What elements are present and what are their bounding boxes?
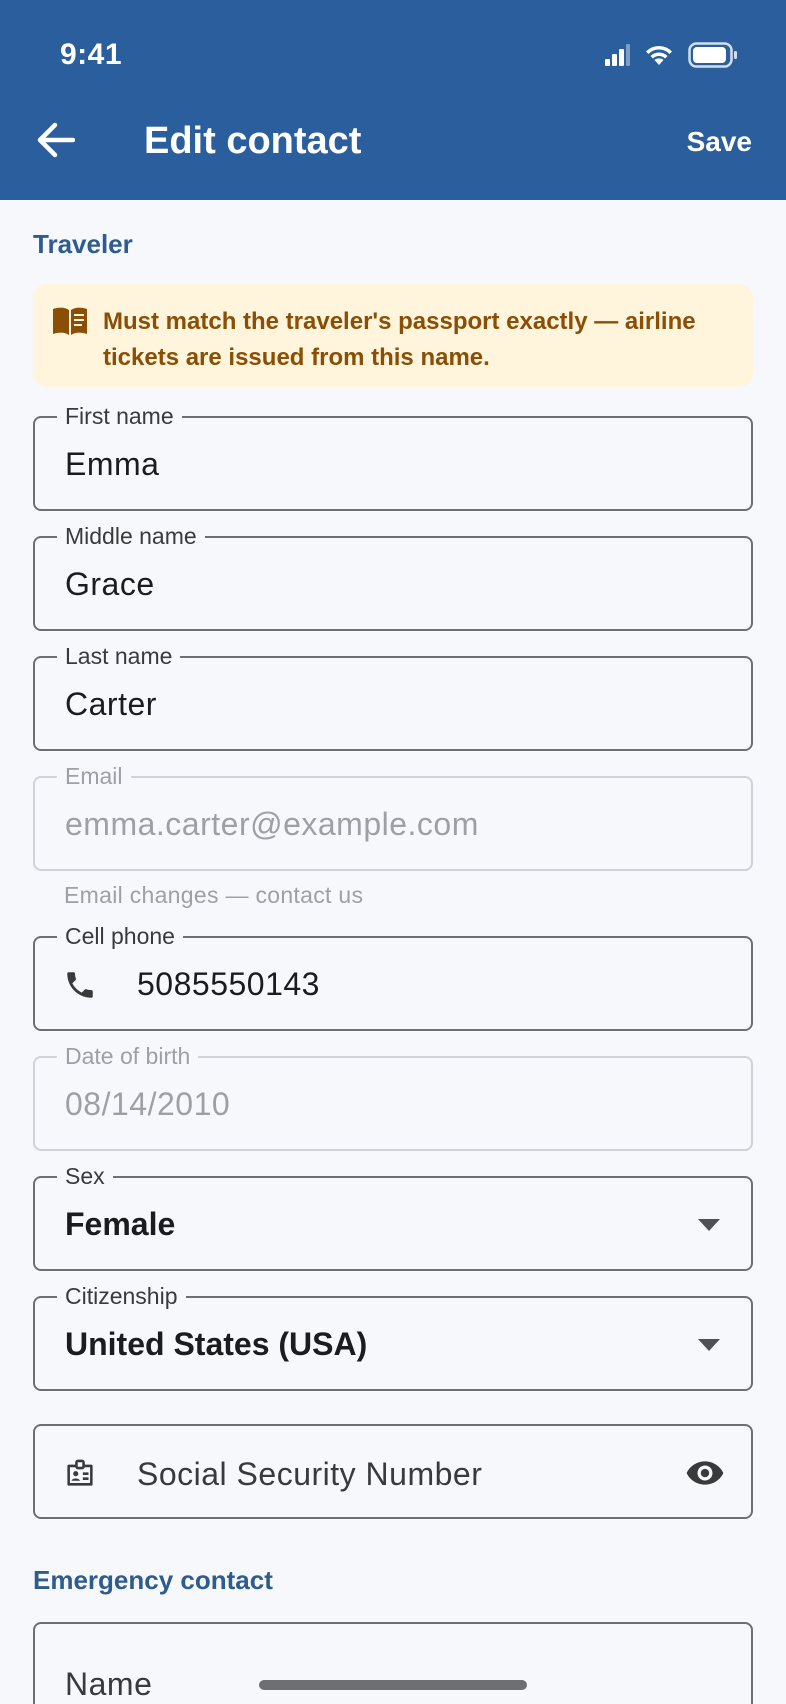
- page-title: Edit contact: [144, 120, 362, 162]
- home-indicator: [259, 1680, 527, 1690]
- id-card-icon: [67, 1459, 93, 1486]
- cell-phone-value: 5085550143: [137, 966, 320, 1002]
- back-button[interactable]: [32, 116, 80, 164]
- citizenship-select[interactable]: Citizenship United States (USA): [33, 1283, 753, 1391]
- date-of-birth-value: 08/14/2010: [65, 1086, 231, 1122]
- last-name-label: Last name: [57, 643, 181, 669]
- dropdown-arrow-icon: [698, 1339, 720, 1351]
- date-of-birth-field: Date of birth 08/14/2010: [33, 1043, 753, 1151]
- email-label: Email: [57, 763, 131, 789]
- phone-icon: [67, 972, 93, 998]
- middle-name-value: Grace: [65, 566, 155, 602]
- cell-phone-label: Cell phone: [57, 923, 183, 949]
- email-value: emma.carter@example.com: [65, 806, 479, 842]
- eye-icon[interactable]: [685, 1453, 725, 1493]
- cell-phone-field[interactable]: Cell phone 5085550143: [33, 923, 753, 1031]
- citizenship-label: Citizenship: [57, 1283, 186, 1309]
- email-field: Email emma.carter@example.com: [33, 763, 753, 871]
- passport-notice: Must match the traveler's passport exact…: [33, 284, 753, 387]
- ssn-field[interactable]: Social Security Number: [33, 1424, 753, 1519]
- middle-name-label: Middle name: [57, 523, 205, 549]
- app-bar: 9:41 Edit contact Save: [0, 0, 786, 200]
- status-icons: [604, 40, 738, 70]
- ssn-placeholder: Social Security Number: [137, 1456, 483, 1492]
- first-name-label: First name: [57, 403, 182, 429]
- back-arrow-icon: [37, 122, 75, 158]
- save-button[interactable]: Save: [687, 126, 752, 158]
- battery-icon: [688, 42, 737, 68]
- section-title-emergency-contact: Emergency contact: [33, 1565, 273, 1595]
- book-icon: [53, 307, 87, 335]
- email-helper-text: Email changes — contact us: [64, 882, 364, 908]
- sex-label: Sex: [57, 1163, 113, 1189]
- first-name-field[interactable]: First name Emma: [33, 403, 753, 511]
- emergency-name-field[interactable]: Name: [33, 1622, 753, 1704]
- sex-select[interactable]: Sex Female: [33, 1163, 753, 1271]
- wifi-icon: [646, 45, 672, 65]
- middle-name-field[interactable]: Middle name Grace: [33, 523, 753, 631]
- status-time: 9:41: [60, 38, 123, 71]
- signal-icon: [605, 44, 630, 66]
- dropdown-arrow-icon: [698, 1219, 720, 1231]
- first-name-value: Emma: [65, 446, 160, 482]
- sex-value: Female: [65, 1206, 176, 1242]
- citizenship-value: United States (USA): [65, 1326, 368, 1362]
- last-name-value: Carter: [65, 686, 157, 722]
- last-name-field[interactable]: Last name Carter: [33, 643, 753, 751]
- section-title-traveler: Traveler: [33, 229, 133, 259]
- notice-text: Must match the traveler's passport exact…: [103, 308, 696, 371]
- date-of-birth-label: Date of birth: [57, 1043, 199, 1069]
- emergency-name-placeholder: Name: [65, 1666, 153, 1702]
